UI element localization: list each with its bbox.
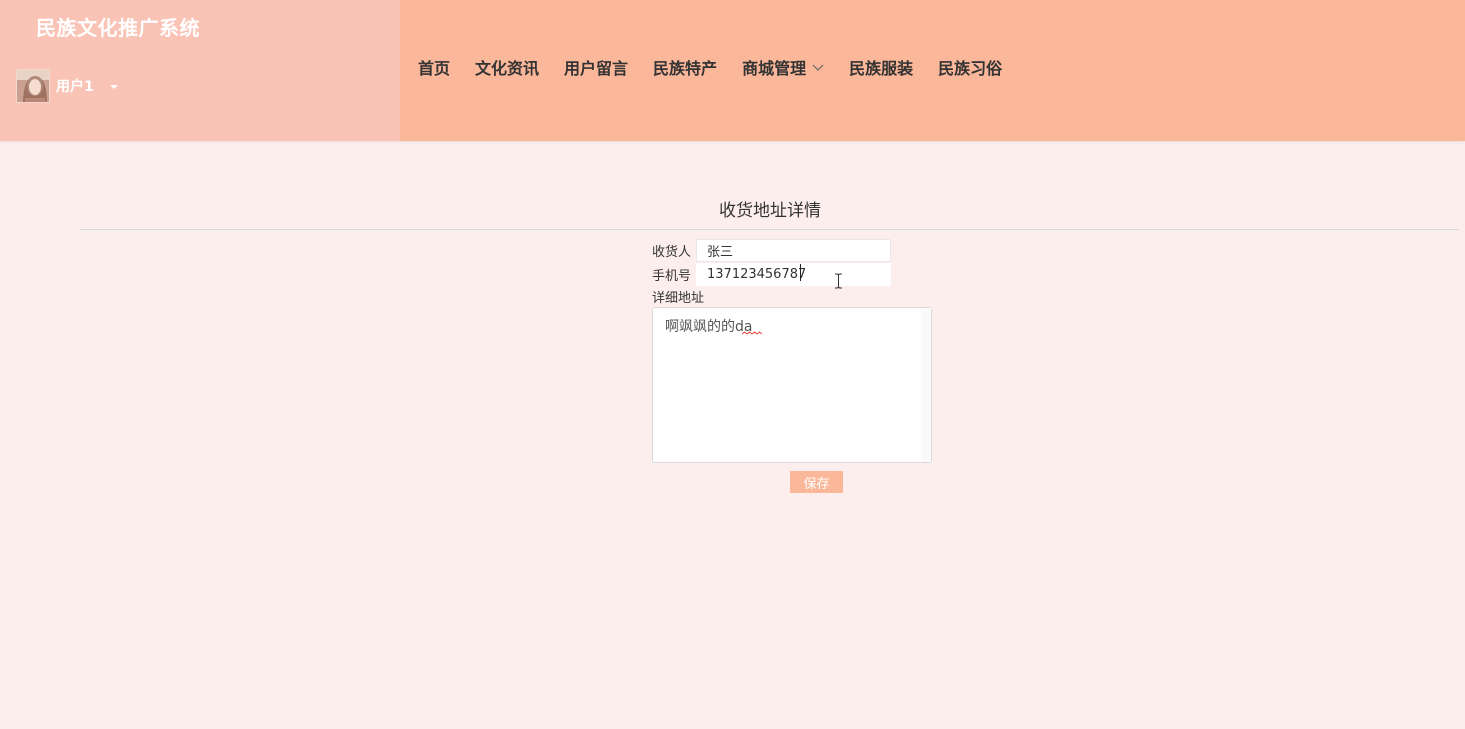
nav-item-label: 民族服装 [849, 59, 914, 78]
user-name[interactable]: 用户1 [56, 76, 94, 96]
phone-input[interactable] [696, 263, 891, 286]
nav-item-label: 民族习俗 [938, 59, 1003, 78]
nav-item-shop-management[interactable]: 商城管理 [742, 55, 824, 79]
phone-label: 手机号 [652, 269, 692, 284]
nav-item-ethnic-specialties[interactable]: 民族特产 [653, 55, 717, 79]
address-textarea[interactable]: 啊飒飒的的da [652, 307, 932, 463]
nav-item-label: 文化资讯 [475, 59, 540, 78]
page-title: 收货地址详情 [719, 201, 821, 221]
nav-item-label: 民族特产 [653, 59, 718, 78]
nav-item-ethnic-customs[interactable]: 民族习俗 [938, 55, 1002, 79]
nav-item-home[interactable]: 首页 [418, 55, 450, 79]
save-button[interactable]: 保存 [790, 471, 843, 493]
nav-item-culture-news[interactable]: 文化资讯 [475, 55, 539, 79]
brand-panel: 民族文化推广系统 用户1 [0, 0, 400, 141]
main-nav: 首页 文化资讯 用户留言 民族特产 商城管理 民族服装 民族习俗 [418, 54, 1027, 80]
spellcheck-underline [742, 331, 762, 335]
user-avatar[interactable] [16, 69, 50, 103]
title-divider [80, 229, 1459, 230]
textarea-scrollbar[interactable] [921, 308, 931, 462]
consignee-input[interactable] [696, 239, 891, 262]
nav-item-label: 首页 [418, 59, 451, 78]
user-menu[interactable]: 用户1 [16, 68, 118, 104]
text-cursor [800, 264, 801, 281]
nav-item-label: 商城管理 [742, 59, 807, 78]
nav-item-ethnic-clothing[interactable]: 民族服装 [849, 55, 913, 79]
app-title: 民族文化推广系统 [36, 16, 200, 40]
top-header: 民族文化推广系统 用户1 首页 文化资讯 用户留言 民族特产 商城管理 民族服装… [0, 0, 1465, 141]
nav-item-label: 用户留言 [564, 59, 629, 78]
address-label: 详细地址 [652, 291, 705, 306]
caret-down-icon[interactable] [109, 85, 118, 89]
chevron-down-icon [812, 57, 824, 76]
consignee-label: 收货人 [652, 245, 692, 260]
ibeam-cursor-icon [835, 273, 842, 289]
nav-item-user-messages[interactable]: 用户留言 [564, 55, 628, 79]
